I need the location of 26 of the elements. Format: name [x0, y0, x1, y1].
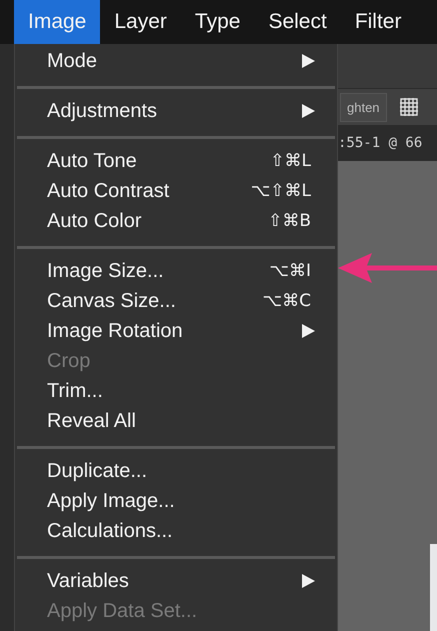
menu-bar-item[interactable]: Layer — [100, 0, 181, 44]
menu-item[interactable]: Auto Tone ⇧⌘L — [15, 146, 337, 176]
menu-item[interactable]: Image Rotation — [15, 316, 337, 346]
shortcut-text: ⌥⌘I — [269, 261, 311, 281]
menu-item[interactable]: Reveal All — [15, 406, 337, 436]
menu-item[interactable]: Trim... — [15, 376, 337, 406]
menu-item[interactable]: Canvas Size... ⌥⌘C — [15, 286, 337, 316]
menu-item[interactable]: Auto Color ⇧⌘B — [15, 206, 337, 236]
menu-bar-item[interactable]: Filter — [340, 0, 416, 44]
menu-item[interactable]: Calculations... — [15, 516, 337, 546]
menu-item[interactable]: Auto Contrast ⌥⇧⌘L — [15, 176, 337, 206]
grid-icon[interactable] — [398, 97, 419, 117]
menu-bar-item[interactable]: Type — [180, 0, 254, 44]
menu-item[interactable]: Mode — [15, 46, 337, 76]
menu-item[interactable]: Image Size... ⌥⌘I — [15, 256, 337, 286]
menu-bar-item[interactable]: Select — [254, 0, 341, 44]
menu-item[interactable]: Adjustments — [15, 96, 337, 126]
shortcut-text: ⇧⌘B — [268, 211, 311, 231]
menu-item[interactable]: Apply Image... — [15, 486, 337, 516]
shortcut-text: ⌥⌘C — [262, 291, 311, 311]
menu-bar-item[interactable]: Image — [14, 0, 100, 44]
shortcut-text: ⌥⇧⌘L — [250, 181, 311, 201]
toolbar-button[interactable]: ghten — [340, 92, 387, 122]
menu-item[interactable]: Variables — [15, 566, 337, 596]
shortcut-text: ⇧⌘L — [270, 151, 311, 171]
menu-item[interactable]: Duplicate... — [15, 456, 337, 486]
